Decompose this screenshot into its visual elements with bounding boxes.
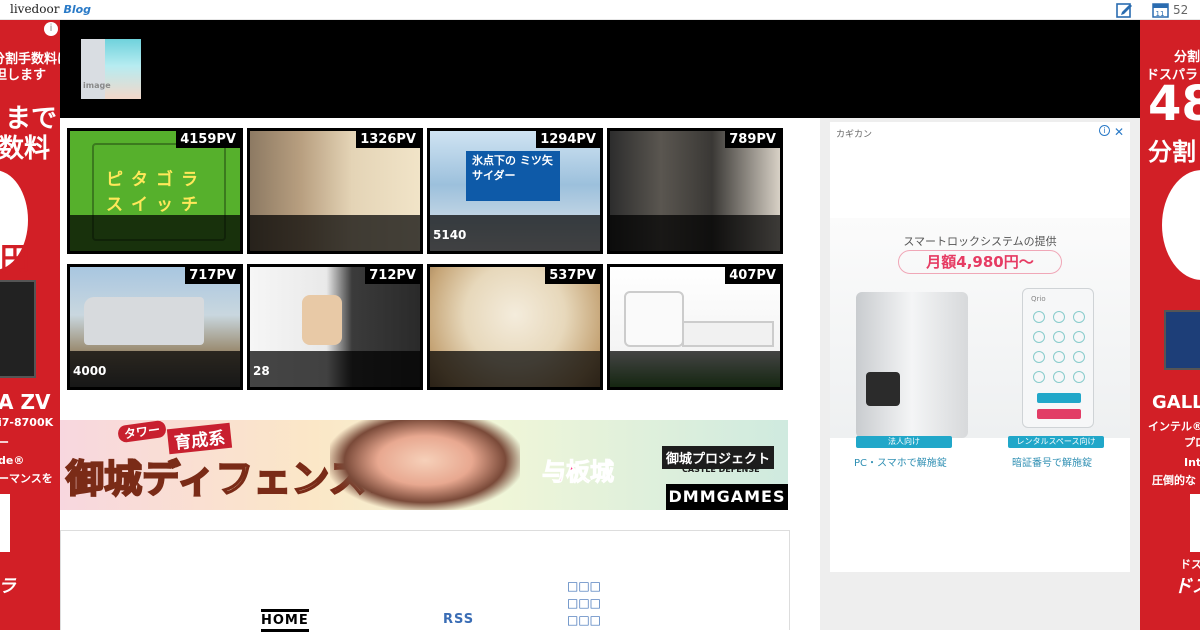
nav-category-line: □□□ [567, 596, 602, 610]
thumbnail-overlay [250, 215, 420, 251]
edit-icon[interactable] [1116, 2, 1133, 18]
right-ad-line: 48 [1148, 76, 1200, 132]
pv-count-badge: 789PV [725, 131, 780, 148]
comment-count: 28 [253, 364, 270, 378]
article-thumbnail[interactable]: 789PV [607, 128, 783, 254]
ad-decoration [0, 494, 10, 552]
article-thumbnail[interactable]: 537PV [427, 264, 603, 390]
right-ad-line: 分割 [1174, 50, 1200, 65]
calendar-count: 52 [1173, 3, 1189, 17]
right-side-ad[interactable]: 分割 ドスパラ 48 分割 GALL インテル® プロ Int 圧倒的な ドス … [1140, 20, 1200, 630]
blog-label: Blog [63, 3, 92, 16]
thumbnail-overlay [610, 215, 780, 251]
pv-count-badge: 1294PV [536, 131, 600, 148]
pv-count-badge: 407PV [725, 267, 780, 284]
keypad-brand: Qrio [1031, 295, 1046, 303]
left-side-ad[interactable]: i 分割手数料は 当社が負担します まで 数料 円 A ZV i7-8700K … [0, 20, 60, 630]
ad-decoration [1162, 170, 1200, 280]
comment-count: 4000 [73, 364, 107, 378]
ad-caption-left: PC・スマホで解施錠 [854, 458, 947, 469]
pv-count-badge: 4159PV [176, 131, 240, 148]
top-bar: livedoor Blog 11 52 [0, 0, 1200, 20]
no-image-placeholder: image [83, 81, 111, 90]
right-ad-line: インテル® [1148, 420, 1200, 433]
left-ad-line: 当社が負担します [0, 68, 47, 83]
thumbnail-overlay [430, 351, 600, 387]
left-ad-line: i7-8700K [0, 416, 54, 429]
pc-tower-image [0, 280, 36, 378]
right-ad-line: GALL [1152, 392, 1200, 413]
thumbnail-overlay [70, 215, 240, 251]
nav-category-line: □□□ [567, 579, 602, 593]
smart-lock-image [856, 292, 968, 438]
ad-tag-rental: レンタルスペース向け [1008, 436, 1104, 448]
livedoor-blog-logo[interactable]: livedoor Blog [10, 2, 91, 16]
sidebar-ad[interactable]: カギカン i ✕ スマートロックシステムの提供 月額4,980円〜 Qrio 法… [830, 122, 1130, 572]
banner-game-logo-sub: CASTLE DEFENSE [682, 465, 760, 474]
left-ad-line: 円 [0, 242, 30, 277]
article-thumbnail[interactable]: 717PV 4000 [67, 264, 243, 390]
game-banner-ad[interactable]: タワー 育成系 御城ディフェンス! 与板城 御城プロジェクト CASTLE DE… [60, 420, 788, 510]
avatar-image [105, 39, 141, 99]
comment-count: 5140 [433, 228, 467, 242]
global-navigation: HOME RSS □□□ □□□ □□□ [60, 530, 790, 632]
blog-header: image [60, 20, 1140, 118]
ad-headline: スマートロックシステムの提供 [903, 235, 1057, 248]
calendar-icon[interactable]: 11 [1152, 2, 1169, 18]
left-ad-line: de® [0, 454, 25, 467]
right-ad-line: ドス [1174, 576, 1200, 597]
thumbnail-overlay [610, 351, 780, 387]
banner-publisher: DMMGAMES [666, 484, 788, 510]
article-thumbnail[interactable]: ピタゴラ スイッチ 4159PV [67, 128, 243, 254]
pc-monitor-image [1164, 310, 1200, 370]
ad-tag-corporate: 法人向け [856, 436, 952, 448]
ad-caption-right: 暗証番号で解施錠 [1012, 458, 1092, 469]
article-thumbnail[interactable]: 712PV 28 [247, 264, 423, 390]
pv-count-badge: 712PV [365, 267, 420, 284]
thumbnail-overlay [250, 351, 420, 387]
ad-brand: カギカン [836, 130, 873, 140]
left-ad-line: ラ [0, 572, 16, 598]
article-thumbnail[interactable]: 407PV [607, 264, 783, 390]
left-ad-line: 数料 [0, 134, 51, 164]
ad-decoration [1190, 494, 1200, 552]
ad-info-icon[interactable]: i [1099, 125, 1110, 136]
banner-castle: 与板城 [542, 458, 615, 487]
article-thumbnail[interactable]: 氷点下の ミツ矢サイダー 1294PV 5140 [427, 128, 603, 254]
nav-home-link[interactable]: HOME [261, 609, 309, 632]
brand-name: livedoor [10, 2, 60, 16]
ad-price: 月額4,980円〜 [898, 250, 1062, 274]
pv-count-badge: 537PV [545, 267, 600, 284]
left-ad-line: ー [0, 436, 9, 449]
right-ad-line: 圧倒的な [1152, 474, 1196, 487]
right-ad-line: 分割 [1148, 138, 1196, 166]
banner-tag: タワー [117, 420, 167, 444]
svg-text:11: 11 [1156, 10, 1165, 18]
nav-category-link[interactable]: □□□ □□□ □□□ [567, 578, 601, 629]
right-ad-line: ドス [1180, 558, 1200, 571]
nav-category-line: □□□ [567, 613, 602, 627]
right-ad-line: プロ [1184, 436, 1200, 449]
keypad-image: Qrio [1022, 288, 1094, 428]
thumbnail-title: ピタゴラ スイッチ [106, 170, 206, 215]
thumbnail-sign: 氷点下の ミツ矢サイダー [472, 154, 553, 182]
article-thumbnail[interactable]: 1326PV [247, 128, 423, 254]
banner-character-image [330, 420, 520, 510]
ad-info-icon[interactable]: i [44, 22, 58, 36]
left-ad-line: A ZV [0, 390, 51, 414]
nav-rss-link[interactable]: RSS [443, 612, 474, 627]
left-ad-line: ーマンスを [0, 472, 53, 485]
ad-close-icon[interactable]: ✕ [1114, 125, 1124, 139]
right-ad-line: Int [1184, 456, 1200, 469]
blog-avatar-logo[interactable]: image [81, 39, 141, 99]
pv-count-badge: 1326PV [356, 131, 420, 148]
pv-count-badge: 717PV [185, 267, 240, 284]
